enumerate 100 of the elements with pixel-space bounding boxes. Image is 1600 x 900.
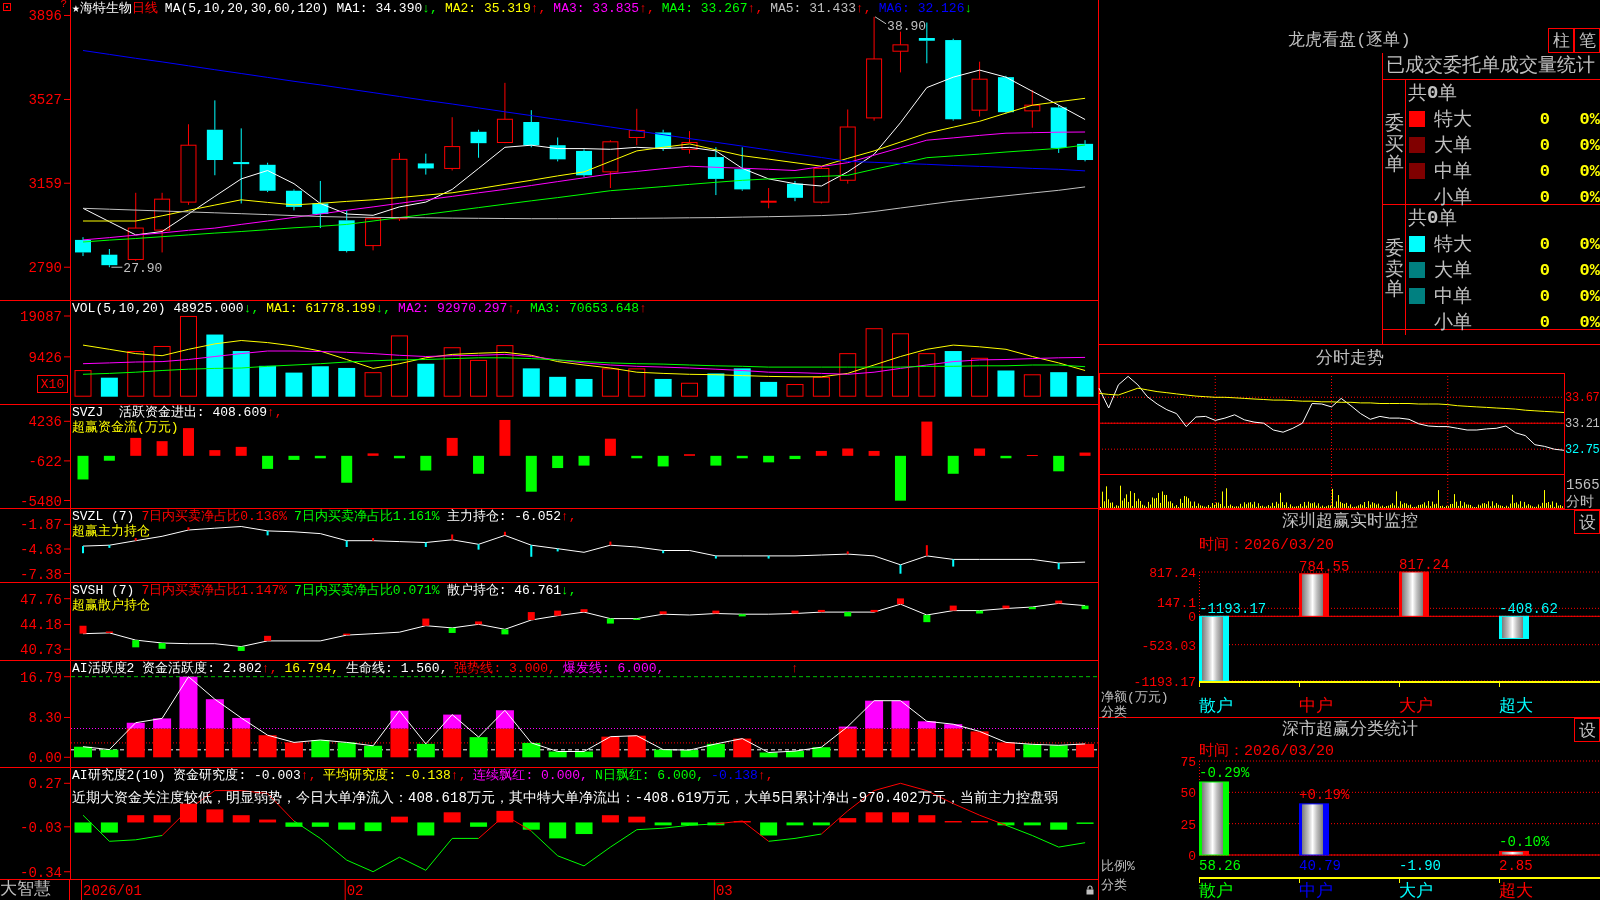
indicator-subtitle: 超赢资金流(万元): [72, 420, 179, 435]
axis-label: 25: [1180, 817, 1196, 833]
legend-entry: MA5: 31.433↑,: [770, 1, 872, 17]
legend-entry: SVSH (7): [72, 583, 135, 598]
legend-entry: 散户持仓: 46.761↓,: [446, 583, 577, 599]
axis-label: 16.79: [20, 669, 62, 686]
brand-name: 大智慧: [0, 880, 70, 900]
axis-label: 2790: [28, 260, 62, 277]
axis-label: 147.1: [1157, 596, 1196, 612]
category-label: 中户: [1299, 697, 1333, 716]
category-label: 大户: [1399, 882, 1433, 900]
order-size-label: 大单: [1434, 259, 1472, 283]
legend-entry: 主力持仓: -6.052↑,: [446, 509, 577, 525]
legend-entry: 强势线: 3.000,: [454, 661, 556, 677]
axis-label: 0: [1188, 610, 1196, 626]
category-label: 散户: [1199, 882, 1233, 900]
axis-label: 0: [1188, 849, 1196, 864]
axis-label: 3527: [28, 92, 62, 109]
value-label: 784.55: [1299, 558, 1350, 575]
legend-entry: MA(5,10,20,30,60,120) MA1: 34.390↓,: [164, 1, 438, 17]
panel-title: 龙虎看盘(逐单): [1288, 30, 1411, 52]
legend-entry: 生命线: 1.560,: [346, 661, 448, 677]
x-axis-title: 分类: [1101, 705, 1127, 720]
legend-entry: MA4: 33.267↑,: [661, 1, 764, 17]
axis-label: 32.75: [1565, 443, 1600, 458]
axis-label: 75: [1180, 755, 1196, 770]
legend-entry: MA2: 35.319↑,: [444, 1, 547, 17]
table-title: 已成交委托单成交量统计: [1383, 53, 1600, 80]
axis-label: 3159: [28, 176, 62, 193]
axis-label: -5480: [20, 493, 62, 510]
value-label: -1193.17: [1199, 601, 1267, 618]
legend-entry: SVZL (7): [72, 509, 135, 524]
signal-arrow: ↑: [791, 661, 799, 676]
stock-name: ★海特生物: [72, 1, 132, 17]
axis-label: 817.24: [1149, 566, 1196, 581]
axis-label: 33.21: [1565, 417, 1600, 432]
legend-entry: MA6: 32.126↓: [878, 1, 973, 17]
order-percent: 0%: [1579, 135, 1600, 155]
axis-label: 47.76: [20, 591, 62, 608]
change-label: -0.10%: [1499, 834, 1550, 851]
order-percent: 0%: [1579, 286, 1600, 306]
value-label: 817.24: [1399, 557, 1450, 573]
axis-label: 33.67: [1565, 391, 1600, 406]
order-size-label: 中单: [1434, 285, 1472, 309]
order-count: 0: [1539, 234, 1550, 254]
value-label: 58.26: [1199, 858, 1241, 874]
legend-entry: N日飘红: 6.000,: [594, 768, 705, 784]
order-count: 0: [1539, 109, 1550, 129]
legend-entry: MA2: 92970.297↑,: [398, 301, 523, 317]
axis-label: 3896: [28, 8, 62, 25]
axis-label: 40.73: [20, 642, 62, 659]
category-label: 超大: [1499, 882, 1533, 900]
legend-entry: MA3: 70653.648↑: [529, 301, 647, 317]
value-label: 2.85: [1499, 858, 1533, 874]
axis-label: -0.34: [20, 864, 62, 881]
timestamp: 时间：2026/03/20: [1199, 537, 1334, 554]
value-label: -1.90: [1399, 858, 1441, 874]
order-size-label: 小单: [1434, 311, 1472, 335]
category-label: 散户: [1199, 697, 1233, 716]
order-size-label: 特大: [1434, 233, 1472, 257]
order-size-label: 特大: [1434, 108, 1472, 132]
change-label: +0.19%: [1299, 786, 1350, 803]
legend-entry: 连续飘红: 0.000,: [473, 768, 588, 784]
order-count: 0: [1539, 187, 1550, 207]
order-size-label: 小单: [1434, 186, 1472, 209]
order-count: 0: [1539, 161, 1550, 181]
period-label: 日线: [131, 1, 158, 17]
axis-label: -4.63: [20, 542, 62, 558]
axis-label: 50: [1180, 786, 1196, 802]
y-axis-title: 比例%: [1101, 859, 1135, 874]
axis-label: -7.38: [20, 566, 62, 583]
indicator-subtitle: 超赢散户持仓: [72, 598, 150, 613]
legend-entry: AI活跃度2 资金活跃度: 2.802↑,: [72, 661, 278, 677]
axis-label: 0.00: [28, 750, 62, 767]
order-size-label: 大单: [1434, 134, 1472, 158]
legend-entry: 7日内买卖净占比0.071%: [294, 583, 440, 599]
value-label: -408.62: [1499, 601, 1558, 618]
x-axis-title: 分类: [1101, 878, 1127, 893]
axis-label: -523.03: [1141, 638, 1196, 654]
order-percent: 0%: [1579, 312, 1600, 332]
legend-entry: 7日内买卖净占比1.147%: [141, 583, 288, 598]
order-count: 0: [1539, 312, 1550, 332]
legend-entry: 7日内买卖净占比1.161%: [294, 509, 440, 525]
axis-label: -0.03: [20, 819, 62, 836]
period-label: 分时: [1566, 494, 1594, 510]
axis-label: 19087: [20, 309, 62, 325]
order-size-label: 中单: [1434, 160, 1472, 184]
axis-label: 4236: [28, 414, 62, 431]
legend-entry: MA1: 61778.199↓,: [266, 301, 392, 317]
axis-label: 9426: [28, 349, 62, 366]
legend-entry: 平均研究度: -0.138↑,: [323, 768, 467, 784]
indicator-subtitle: 超赢主力持仓: [72, 524, 150, 539]
legend-entry: SVZJ 活跃资金进出: 408.609↑,: [72, 405, 283, 420]
price-extreme-label: 38.90: [874, 16, 927, 34]
legend-entry: 7日内买卖净占比0.136%: [141, 509, 288, 524]
order-total: 共0单: [1407, 81, 1458, 106]
y-axis-title: 净额(万元): [1101, 690, 1169, 705]
category-label: 中户: [1299, 882, 1333, 900]
legend-entry: 16.794,: [284, 661, 340, 677]
side-label: 委买单: [1384, 113, 1404, 177]
